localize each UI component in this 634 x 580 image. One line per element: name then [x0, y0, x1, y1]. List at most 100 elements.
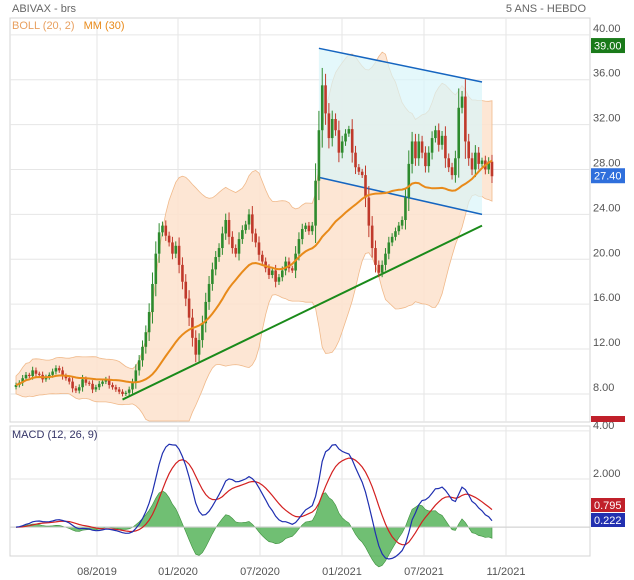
macd-y-tick-label: 2.000 — [593, 468, 621, 480]
candle-body — [54, 368, 58, 372]
candle-body — [477, 152, 480, 164]
candle-body — [114, 387, 118, 390]
candle-body — [370, 225, 374, 249]
legend-boll: BOLL (20, 2) — [12, 20, 75, 32]
candle-body — [454, 158, 457, 176]
candle-body — [340, 141, 344, 153]
candle-body — [360, 171, 364, 176]
candle-body — [330, 119, 334, 139]
candle-body — [447, 158, 451, 168]
candle-body — [367, 197, 371, 226]
candle-body — [67, 378, 71, 382]
candle-body — [144, 332, 148, 347]
candle-body — [464, 96, 467, 142]
candle-body — [244, 224, 247, 231]
candle-body — [320, 85, 324, 131]
candle-body — [201, 323, 204, 341]
candle-body — [450, 167, 454, 176]
x-tick-label: 01/2021 — [322, 566, 362, 578]
candle-body — [177, 245, 181, 265]
candle-body — [384, 253, 387, 265]
candle-body — [197, 340, 201, 355]
chart-svg: 08/2019 01/2020 07/2020 01/2021 07/2021 11/20… — [9, 17, 625, 578]
candle-body — [187, 298, 191, 318]
candle-body — [374, 248, 377, 265]
candle-body — [474, 152, 477, 170]
last-price-value: 27.40 — [594, 171, 622, 183]
candle-body — [460, 96, 464, 108]
candle-body — [380, 264, 384, 273]
candle-body — [77, 387, 81, 391]
candle-body — [437, 130, 441, 145]
candle-body — [357, 167, 361, 172]
candle-body — [364, 175, 367, 198]
candle-body — [327, 113, 331, 139]
candle-body — [91, 383, 94, 390]
candle-body — [224, 220, 228, 234]
y-tick-label: 24.00 — [593, 202, 621, 214]
candle-body — [87, 382, 91, 384]
x-tick-label: 07/2021 — [404, 566, 444, 578]
candle-body — [317, 130, 321, 181]
candle-body — [157, 232, 161, 254]
candle-body — [121, 391, 124, 394]
candle-body — [214, 257, 218, 270]
candle-body — [137, 360, 141, 371]
candle-body — [71, 381, 74, 389]
candle-body — [274, 270, 277, 282]
resistance-value: 39.00 — [594, 41, 622, 53]
candle-body — [181, 264, 184, 282]
candle-body — [300, 228, 304, 240]
candle-body — [470, 158, 474, 170]
y-tick-label: 16.00 — [593, 292, 621, 304]
candle-body — [111, 384, 114, 388]
candle-body — [407, 163, 411, 198]
x-tick-label: 07/2020 — [240, 566, 280, 578]
candle-body — [337, 130, 341, 153]
y-tick-label: 8.00 — [593, 382, 614, 394]
candle-body — [237, 239, 241, 254]
candle-body — [241, 230, 244, 240]
candle-body — [247, 214, 251, 225]
candle-body — [141, 346, 144, 361]
candle-body — [38, 373, 41, 375]
candle-body — [81, 379, 84, 388]
candle-body — [297, 239, 301, 254]
y-tick-label: 28.00 — [593, 158, 621, 170]
candle-body — [490, 161, 494, 177]
candle-body — [354, 152, 357, 168]
candle-body — [131, 382, 134, 390]
candle-body — [290, 268, 294, 271]
x-tick-label: 01/2020 — [158, 566, 198, 578]
candle-body — [251, 214, 254, 234]
candle-body — [280, 270, 284, 278]
candle-body — [24, 374, 28, 379]
candle-body — [394, 231, 397, 237]
candle-body — [387, 242, 391, 254]
candle-body — [467, 141, 470, 159]
candle-body — [400, 220, 404, 226]
chart-title: ABIVAX - brs — [12, 3, 76, 15]
x-tick-label: 08/2019 — [77, 566, 117, 578]
candle-body — [234, 248, 237, 254]
candle-body — [350, 129, 354, 153]
candle-body — [211, 269, 214, 284]
macd-value: 0.222 — [594, 515, 622, 527]
indicator-legend: BOLL (20, 2) MM (30) — [12, 20, 125, 32]
candle-body — [440, 135, 444, 145]
legend-mm: MM (30) — [83, 20, 125, 32]
candle-body — [117, 389, 121, 392]
candle-body — [147, 312, 151, 333]
candle-body — [97, 383, 101, 388]
y-tick-label: 40.00 — [593, 23, 621, 35]
candle-body — [410, 141, 414, 164]
candle-body — [127, 389, 131, 393]
candle-body — [51, 371, 54, 375]
candle-body — [404, 197, 407, 220]
candle-body — [217, 248, 221, 258]
candle-body — [427, 152, 431, 167]
candle-body — [28, 374, 31, 376]
candle-body — [310, 225, 314, 232]
offscale-badge — [591, 416, 625, 422]
candle-body — [124, 392, 128, 394]
